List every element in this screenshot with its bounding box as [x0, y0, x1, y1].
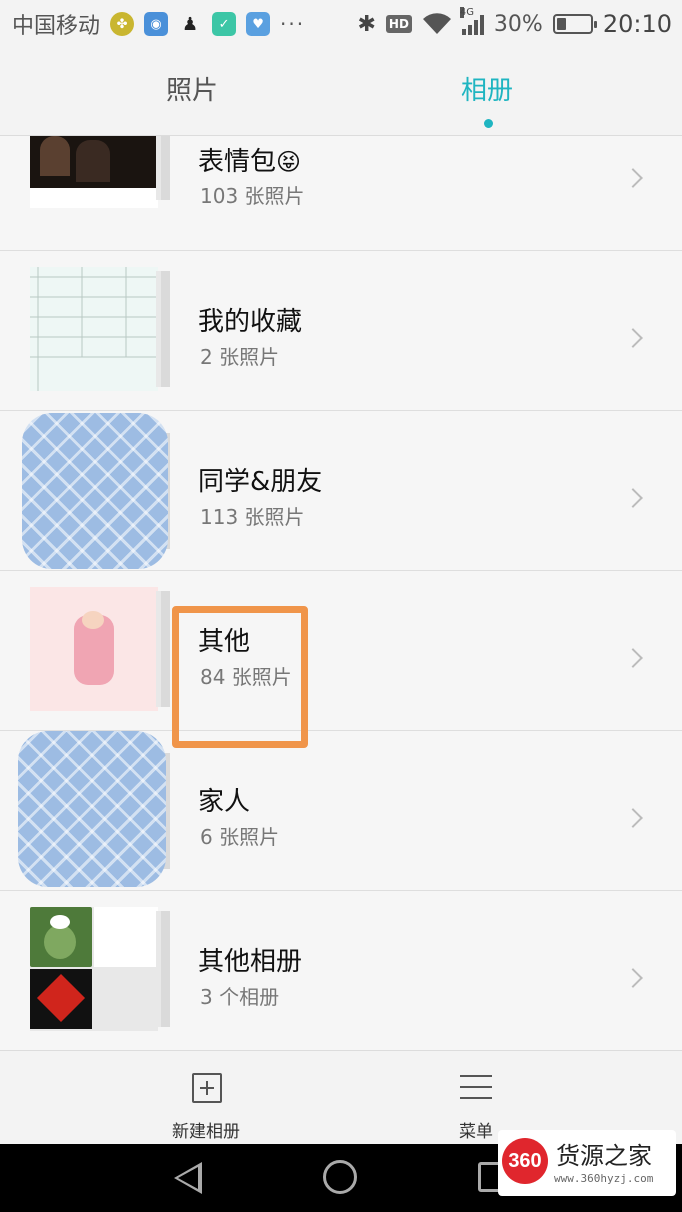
chevron-right-icon	[623, 968, 643, 988]
menu-icon	[460, 1075, 492, 1099]
bluetooth-icon: ✱	[357, 11, 376, 37]
watermark: 360 货源之家 www.360hyzj.com	[498, 1130, 676, 1196]
laughing-emoji-icon: 😝	[276, 148, 302, 176]
album-list[interactable]: 表情包😝 103 张照片 我的收藏 2 张照片 同学&朋友 113 张照片 其他…	[0, 136, 682, 1050]
album-thumbnail	[30, 907, 158, 1031]
add-album-icon	[192, 1073, 222, 1103]
album-row[interactable]: 同学&朋友 113 张照片	[0, 411, 682, 571]
cellular-signal-icon: 4G	[459, 7, 484, 35]
scribbled-thumbnail	[18, 731, 166, 887]
album-count: 6 张照片	[200, 825, 280, 849]
album-count: 2 张照片	[200, 345, 280, 369]
album-name: 同学&朋友	[198, 467, 323, 497]
status-bar: 中国移动 ✤ ◉ ♟ ✓ ♥ ··· ✱ HD 4G 30% 20:10	[0, 0, 682, 48]
scribbled-thumbnail	[22, 413, 168, 569]
album-row[interactable]: 家人 6 张照片	[0, 731, 682, 891]
active-tab-indicator	[484, 119, 493, 128]
network-type-label: 4G	[459, 7, 475, 18]
chevron-right-icon	[623, 168, 643, 188]
shield-icon: ✓	[212, 12, 237, 36]
album-row[interactable]: 我的收藏 2 张照片	[0, 251, 682, 411]
album-row[interactable]: 其他相册 3 个相册	[0, 891, 682, 1050]
album-thumbnail	[30, 267, 158, 391]
album-name: 家人	[198, 787, 251, 817]
album-name: 我的收藏	[198, 307, 303, 337]
health-icon: ♥	[246, 12, 271, 36]
back-icon[interactable]	[174, 1162, 202, 1194]
tab-albums[interactable]: 相册	[461, 70, 513, 107]
new-album-button[interactable]: 新建相册	[106, 1051, 306, 1145]
album-thumbnail	[30, 136, 158, 188]
watermark-logo: 360	[502, 1138, 548, 1184]
carrier-name: 中国移动	[12, 14, 101, 39]
album-count: 3 个相册	[200, 985, 280, 1009]
watermark-title: 货源之家	[556, 1142, 652, 1170]
chevron-right-icon	[623, 328, 643, 348]
tab-bar: 照片 相册	[0, 48, 682, 136]
new-album-label: 新建相册	[172, 1122, 240, 1142]
hd-voice-badge: HD	[385, 15, 412, 33]
album-name: 表情包😝	[198, 147, 302, 177]
tab-photos[interactable]: 照片	[166, 70, 218, 107]
wifi-icon	[422, 13, 451, 34]
qq-penguin-icon: ♟	[181, 13, 199, 35]
chevron-right-icon	[623, 488, 643, 508]
album-row[interactable]: 表情包😝 103 张照片	[0, 136, 682, 251]
battery-icon	[552, 14, 597, 34]
album-row[interactable]: 其他 84 张照片	[0, 571, 682, 731]
pinwheel-icon: ✤	[110, 12, 135, 36]
more-notifications-icon: ···	[280, 12, 306, 36]
chevron-right-icon	[623, 648, 643, 668]
watermark-url: www.360hyzj.com	[554, 1172, 654, 1185]
album-count: 103 张照片	[200, 184, 305, 208]
wifi-hotspot-icon: ◉	[144, 12, 169, 36]
clock: 20:10	[602, 10, 672, 38]
highlight-box	[172, 606, 308, 748]
battery-percent: 30%	[493, 11, 543, 37]
home-icon[interactable]	[323, 1160, 357, 1194]
album-thumbnail	[30, 587, 158, 711]
album-count: 113 张照片	[200, 505, 305, 529]
album-name: 其他相册	[198, 947, 303, 977]
chevron-right-icon	[623, 808, 643, 828]
